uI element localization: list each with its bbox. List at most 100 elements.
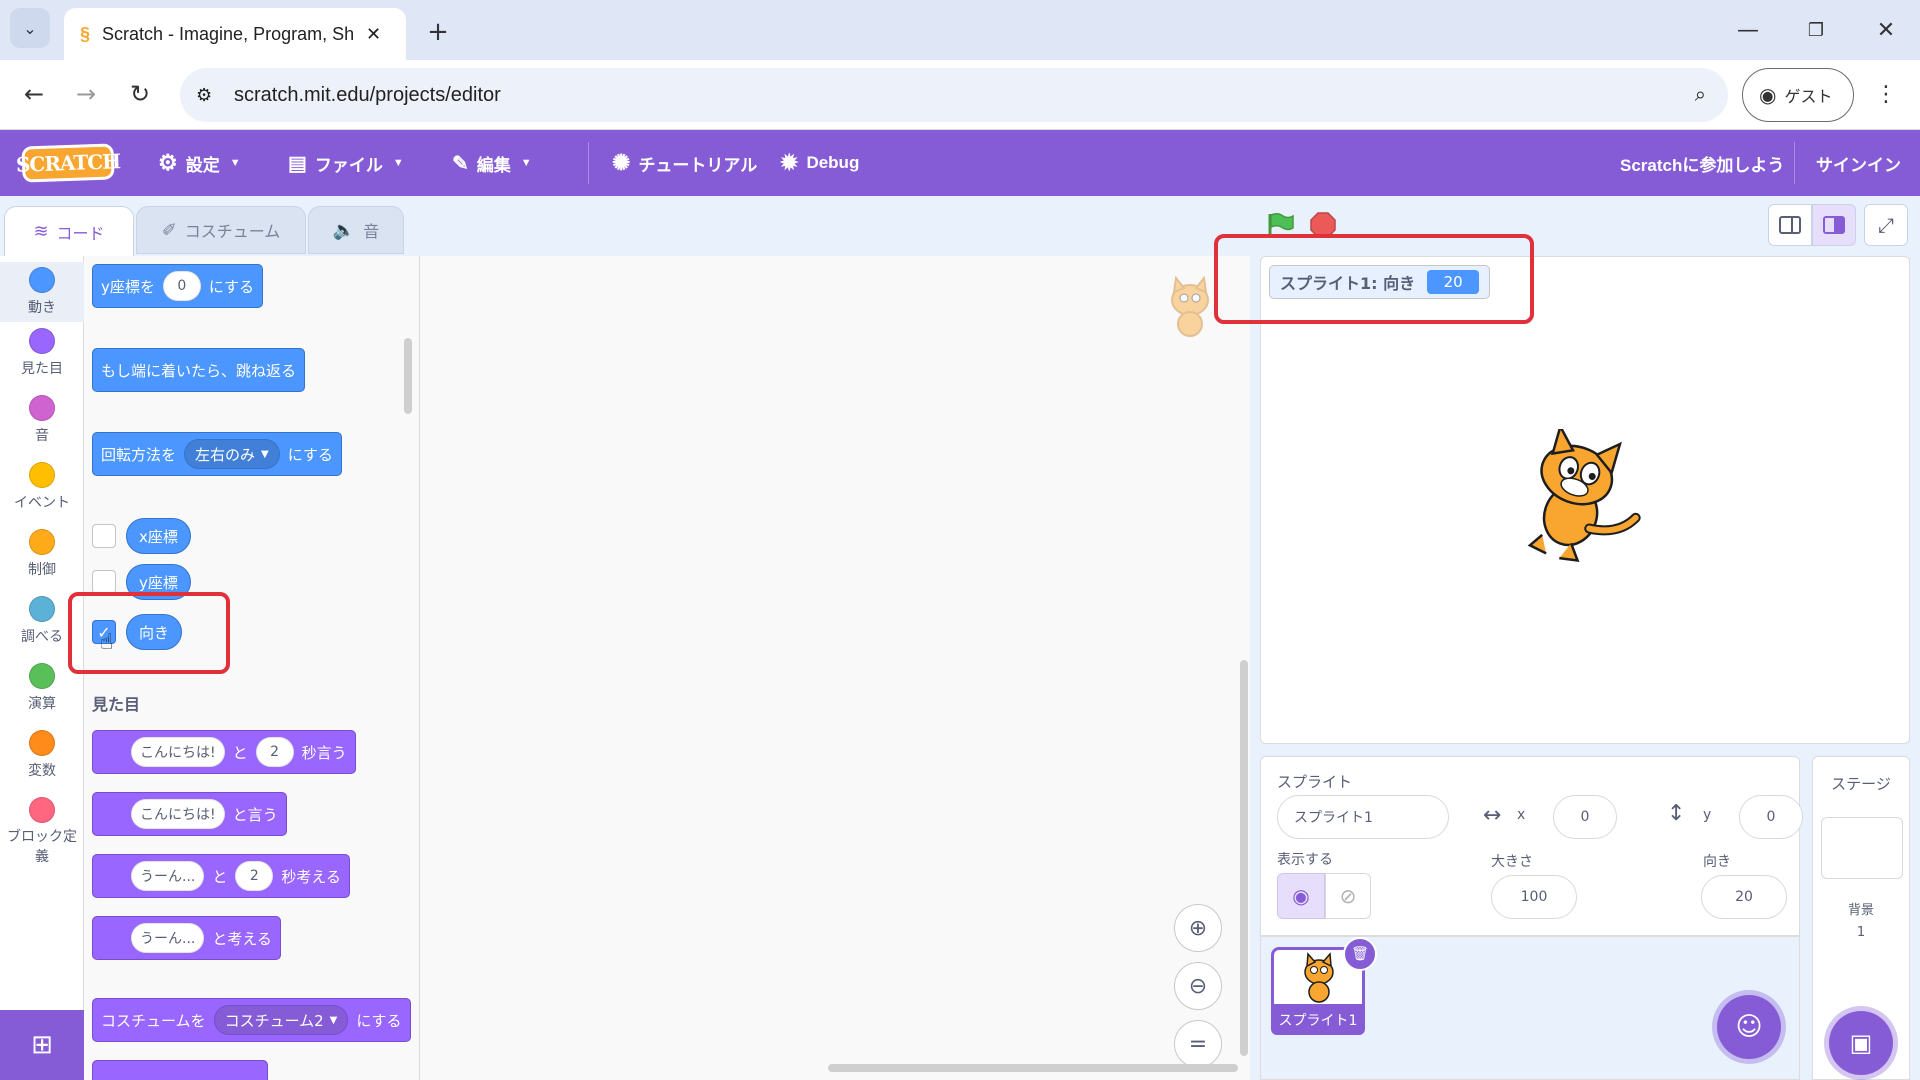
category-label: ブロック定義 bbox=[7, 829, 77, 865]
tab-costumes[interactable]: ✐ コスチューム bbox=[136, 206, 306, 254]
dropdown-value: 左右のみ bbox=[195, 445, 256, 464]
vertical-scrollbar[interactable] bbox=[1240, 660, 1248, 1056]
settings-menu[interactable]: ⚙ 設定 ▼ bbox=[158, 130, 241, 196]
zoom-reset-button[interactable]: = bbox=[1174, 1020, 1222, 1068]
minimize-button[interactable]: — bbox=[1728, 10, 1768, 50]
delete-sprite-button[interactable]: 🗑 bbox=[1343, 937, 1377, 971]
tab-sounds[interactable]: 🔈 音 bbox=[308, 206, 404, 254]
join-label: Scratchに参加しよう bbox=[1620, 155, 1785, 175]
y-position-checkbox[interactable] bbox=[92, 570, 116, 594]
y-position-field[interactable]: 0 bbox=[1739, 795, 1803, 839]
category-variables[interactable]: 変数 bbox=[0, 730, 84, 780]
browser-tab[interactable]: § Scratch - Imagine, Program, Sha ✕ bbox=[64, 8, 406, 60]
zoom-magnifier-icon[interactable]: ⌕ bbox=[1695, 84, 1706, 107]
debug-label: Debug bbox=[806, 153, 860, 172]
category-looks[interactable]: 見た目 bbox=[0, 328, 84, 378]
block-set-y[interactable]: y座標を 0 にする bbox=[92, 264, 264, 308]
close-window-button[interactable]: ✕ bbox=[1866, 10, 1906, 50]
back-arrow-icon[interactable]: ← bbox=[14, 74, 54, 114]
tutorials-label: チュートリアル bbox=[638, 155, 758, 175]
category-events[interactable]: イベント bbox=[0, 462, 84, 512]
block-text: にする bbox=[208, 277, 255, 296]
number-input[interactable]: 2 bbox=[255, 737, 294, 767]
highlight-direction-checkbox bbox=[68, 592, 230, 674]
sign-in-link[interactable]: サインイン bbox=[1816, 130, 1901, 196]
show-visible-button[interactable]: ◉ bbox=[1277, 873, 1325, 919]
costume-dropdown[interactable]: コスチューム2 ▼ bbox=[213, 1005, 349, 1035]
reload-icon[interactable]: ↻ bbox=[120, 74, 160, 114]
profile-button[interactable]: ◉ ゲスト bbox=[1742, 68, 1854, 122]
close-tab-icon[interactable]: ✕ bbox=[366, 24, 381, 45]
join-scratch-link[interactable]: Scratchに参加しよう bbox=[1620, 130, 1784, 196]
browser-toolbar: ← → ↻ ⚙ scratch.mit.edu/projects/editor … bbox=[0, 60, 1920, 130]
stage-target-panel[interactable]: ステージ 背景 1 ▣ bbox=[1812, 756, 1910, 1080]
choose-sprite-button[interactable]: ☺ bbox=[1717, 995, 1781, 1059]
zoom-in-button[interactable]: ⊕ bbox=[1174, 904, 1222, 952]
block-text: 秒言う bbox=[301, 743, 347, 762]
large-stage-button[interactable] bbox=[1812, 204, 1856, 246]
text-input[interactable]: うーん... bbox=[131, 923, 205, 953]
zoom-out-button[interactable]: ⊖ bbox=[1174, 962, 1222, 1010]
stage-thumbnail bbox=[1821, 817, 1903, 879]
block-say-for-secs[interactable]: こんにちは! と 2 秒言う bbox=[92, 730, 356, 774]
x-position-field[interactable]: 0 bbox=[1553, 795, 1617, 839]
file-icon: ▤ bbox=[288, 152, 307, 175]
category-motion[interactable]: 動き bbox=[0, 262, 84, 322]
small-stage-button[interactable] bbox=[1768, 204, 1812, 246]
reporter-x-position[interactable]: x座標 bbox=[126, 518, 191, 554]
restore-button[interactable]: ❐ bbox=[1796, 10, 1836, 50]
text-input[interactable]: こんにちは! bbox=[131, 799, 225, 829]
block-say[interactable]: こんにちは! と言う bbox=[92, 792, 287, 836]
block-if-on-edge-bounce[interactable]: もし端に着いたら、跳ね返る bbox=[92, 348, 306, 392]
tab-code[interactable]: ≋ コード bbox=[4, 206, 134, 256]
category-control[interactable]: 制御 bbox=[0, 529, 84, 579]
scratch-logo[interactable]: SCRATCH bbox=[16, 143, 120, 183]
category-my-blocks[interactable]: ブロック定義 bbox=[0, 797, 84, 867]
choose-backdrop-button[interactable]: ▣ bbox=[1829, 1011, 1893, 1075]
x-label: x bbox=[1517, 807, 1526, 823]
settings-label: 設定 bbox=[185, 155, 220, 175]
scratch-favicon-icon: § bbox=[80, 23, 91, 44]
address-bar[interactable]: ⚙ scratch.mit.edu/projects/editor ⌕ bbox=[180, 68, 1728, 122]
category-label: 音 bbox=[35, 428, 49, 444]
block-text: にする bbox=[356, 1011, 402, 1030]
more-menu-icon[interactable]: ⋮ bbox=[1866, 74, 1906, 114]
browser-tab-bar: ⌄ § Scratch - Imagine, Program, Sha ✕ + … bbox=[0, 0, 1920, 60]
debug-button[interactable]: ✹ Debug bbox=[780, 130, 859, 196]
new-tab-button[interactable]: + bbox=[418, 12, 458, 52]
caret-down-icon: ▼ bbox=[261, 448, 269, 460]
tab-search-button[interactable]: ⌄ bbox=[10, 8, 50, 48]
horizontal-arrows-icon: ↔ bbox=[1483, 803, 1502, 828]
rotation-style-dropdown[interactable]: 左右のみ ▼ bbox=[184, 439, 280, 469]
size-field[interactable]: 100 bbox=[1491, 875, 1577, 919]
extension-button[interactable]: ⊞ bbox=[0, 1010, 84, 1080]
category-dot-icon bbox=[29, 267, 55, 293]
site-settings-icon[interactable]: ⚙ bbox=[196, 85, 212, 106]
block-think[interactable]: うーん... と考える bbox=[92, 916, 281, 960]
show-hidden-button[interactable]: ⊘ bbox=[1325, 873, 1371, 919]
block-think-for-secs[interactable]: うーん... と 2 秒考える bbox=[92, 854, 350, 898]
text-input[interactable]: こんにちは! bbox=[131, 737, 225, 767]
stage-canvas[interactable]: スプライト1: 向き 20 bbox=[1260, 256, 1910, 744]
number-input[interactable]: 2 bbox=[235, 861, 274, 891]
number-input[interactable]: 0 bbox=[162, 271, 201, 301]
forward-arrow-icon[interactable]: → bbox=[66, 74, 106, 114]
block-set-rotation-style[interactable]: 回転方法を 左右のみ ▼ にする bbox=[92, 432, 342, 476]
horizontal-scrollbar[interactable] bbox=[828, 1064, 1238, 1072]
block-switch-costume[interactable]: コスチュームを コスチューム2 ▼ にする bbox=[92, 998, 411, 1042]
x-position-checkbox[interactable] bbox=[92, 524, 116, 548]
file-menu[interactable]: ▤ ファイル ▼ bbox=[288, 130, 404, 196]
tab-code-label: コード bbox=[56, 223, 105, 243]
edit-menu[interactable]: ✎ 編集 ▼ bbox=[452, 130, 532, 196]
tutorials-button[interactable]: ✺ チュートリアル bbox=[612, 130, 757, 196]
direction-field[interactable]: 20 bbox=[1701, 875, 1787, 919]
script-area[interactable]: ⊕ ⊖ = bbox=[420, 256, 1250, 1080]
text-input[interactable]: うーん... bbox=[131, 861, 205, 891]
paintbrush-icon: ✐ bbox=[161, 219, 177, 241]
block-partial[interactable] bbox=[92, 1060, 268, 1080]
fullscreen-button[interactable]: ⤢ bbox=[1864, 204, 1908, 246]
cat-sprite[interactable] bbox=[1509, 423, 1659, 569]
sprite-name-field[interactable]: スプライト1 bbox=[1277, 795, 1449, 839]
category-sound[interactable]: 音 bbox=[0, 395, 84, 445]
palette-scrollbar[interactable] bbox=[404, 338, 412, 414]
